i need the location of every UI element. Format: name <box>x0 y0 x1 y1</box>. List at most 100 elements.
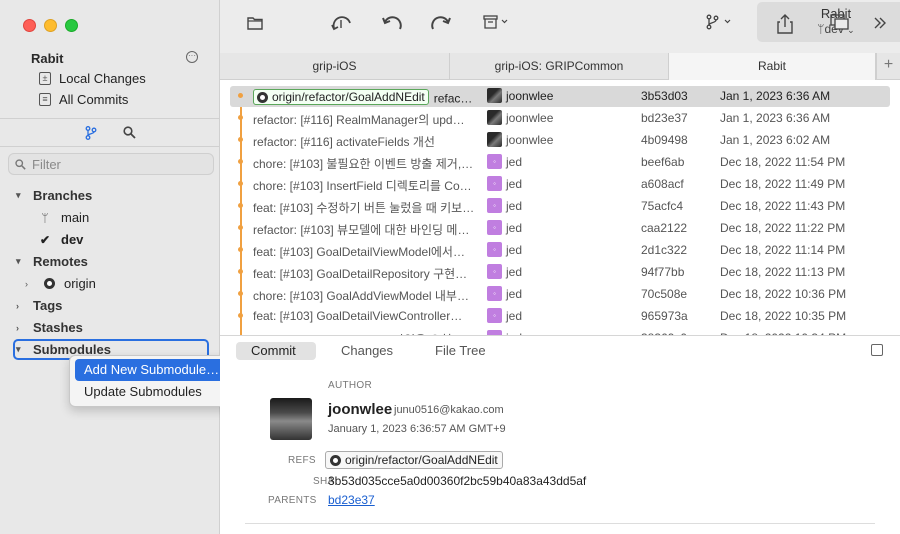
new-window-icon[interactable] <box>830 14 850 35</box>
section-remotes[interactable]: ▾ Remotes <box>16 254 88 269</box>
author-date: January 1, 2023 6:36:57 AM GMT+9 <box>328 423 506 435</box>
search-tab-icon[interactable] <box>122 126 136 143</box>
commit-sha: a608acf <box>641 177 684 191</box>
commit-row[interactable]: chore: [#103] GoalAddViewModel 내부… ◦ jed 70… <box>220 283 900 305</box>
refs-badge[interactable]: origin/refactor/GoalAddNEdit <box>325 451 503 469</box>
commit-row[interactable]: feat: [#103] GoalDetailViewModel에서… ◦ jed 2… <box>220 239 900 261</box>
local-changes-link[interactable]: ± Local Changes <box>39 71 146 86</box>
update-submodules-menu-item[interactable]: Update Submodules <box>75 381 230 403</box>
tab-file-tree[interactable]: File Tree <box>435 342 486 360</box>
branch-tab-icon[interactable] <box>85 126 97 143</box>
sidebar-divider <box>0 118 220 119</box>
commit-detail: AUTHOR joonwlee junu0516@kakao.com Janua… <box>220 363 900 534</box>
section-branches[interactable]: ▾ Branches <box>16 188 92 203</box>
commit-row[interactable]: feat: [#103] GoalDetailRepository 구현… ◦ je… <box>220 261 900 283</box>
commit-message: feat: [#103] GoalDetailViewModel에서… <box>253 243 478 260</box>
commit-row[interactable]: feat: [#103] 수정하기 버튼 눌렀을 때 키보… ◦ jed 75acfc… <box>220 195 900 217</box>
author-avatar: ◦ <box>487 308 502 323</box>
remote-origin[interactable]: › origin <box>25 276 96 291</box>
chevron-down-icon: ▾ <box>16 344 21 354</box>
list-doc-icon: ≡ <box>39 93 51 106</box>
folder-icon[interactable] <box>247 14 263 35</box>
commit-message: refactor: [#116] activateFields 개선 <box>253 133 478 150</box>
toolbar: Rabit ᛘdev ⌄ <box>220 0 900 53</box>
commit-author: jed <box>506 155 523 169</box>
zoom-window-button[interactable] <box>65 19 78 32</box>
commit-message: refactor: [#116] RealmManager의 upd… <box>253 111 478 128</box>
all-commits-link[interactable]: ≡ All Commits <box>39 92 128 107</box>
push-icon[interactable] <box>430 14 452 37</box>
tab-grip-ios-gripcommon[interactable]: grip-iOS: GRIPCommon <box>450 53 669 80</box>
github-icon <box>257 91 268 103</box>
author-avatar: ◦ <box>487 242 502 257</box>
commit-message: refactor: [#103] 뷰모델에 대한 바인딩 메… <box>253 221 478 238</box>
repo-name: Rabit <box>31 51 64 66</box>
commit-node <box>238 159 243 164</box>
commit-row[interactable]: refactor: [#103] 뷰모델에 대한 바인딩 메… ◦ jed caa21… <box>220 217 900 239</box>
branch-dev[interactable]: ✔ dev <box>38 232 83 247</box>
commit-sha: 965973a <box>641 309 688 323</box>
commit-sha: bd23e37 <box>641 111 688 125</box>
commit-row[interactable]: refactor: [#116] RealmManager의 upd… joonw… <box>220 107 900 129</box>
commit-row[interactable]: origin/refactor/GoalAddNEdit refac… joonwl… <box>220 85 900 107</box>
parent-commit-link[interactable]: bd23e37 <box>328 493 375 507</box>
fetch-icon[interactable] <box>331 14 353 37</box>
author-avatar: ◦ <box>487 220 502 235</box>
add-tab-button[interactable]: + <box>876 53 900 79</box>
tab-changes[interactable]: Changes <box>341 342 393 360</box>
commit-sha: beef6ab <box>641 155 685 169</box>
ref-label: origin/refactor/GoalAddNEdit <box>272 90 425 104</box>
commit-row[interactable]: chore: [#103] title, subtitle 타입을 요청…◦je… <box>220 327 900 335</box>
commit-author: joonwlee <box>506 89 554 103</box>
commit-message-text: chore: [#103] 불필요한 이벤트 방출 제거,… <box>253 157 474 171</box>
sha-value: 3b53d035cce5a0d00360f2bc59b40a83a43dd5af <box>328 474 587 488</box>
stash-icon[interactable] <box>483 14 509 35</box>
all-commits-label: All Commits <box>59 92 129 107</box>
commit-author: jed <box>506 287 523 301</box>
commit-node <box>238 181 243 186</box>
commit-list: origin/refactor/GoalAddNEdit refac… joonwl… <box>220 81 900 335</box>
minimize-window-button[interactable] <box>44 19 57 32</box>
section-stashes[interactable]: › Stashes <box>16 320 83 335</box>
commit-row[interactable]: chore: [#103] 불필요한 이벤트 방출 제거,… ◦ jed beef6a… <box>220 151 900 173</box>
pull-icon[interactable] <box>381 14 403 37</box>
commit-author: jed <box>506 221 523 235</box>
author-email: junu0516@kakao.com <box>394 404 504 416</box>
repo-options-icon[interactable]: ··· <box>186 51 198 63</box>
commit-node <box>238 269 243 274</box>
ref-badge[interactable]: origin/refactor/GoalAddNEdit <box>253 89 429 105</box>
tab-commit[interactable]: Commit <box>236 342 316 360</box>
section-tags[interactable]: › Tags <box>16 298 62 313</box>
filter-field[interactable] <box>8 153 214 175</box>
share-icon[interactable] <box>777 14 793 39</box>
branch-main[interactable]: ᛘ main <box>38 210 89 225</box>
chevron-down-icon: ▾ <box>16 190 21 200</box>
section-branches-label: Branches <box>33 188 93 203</box>
author-avatar: ◦ <box>487 286 502 301</box>
commit-date: Jan 1, 2023 6:36 AM <box>720 89 831 103</box>
commit-row[interactable]: chore: [#103] InsertField 디렉토리를 Co… ◦ jed a… <box>220 173 900 195</box>
add-new-submodule-menu-item[interactable]: Add New Submodule… <box>75 359 230 381</box>
commit-date: Dec 18, 2022 11:54 PM <box>720 155 846 169</box>
commit-date: Dec 18, 2022 11:22 PM <box>720 221 846 235</box>
tab-grip-ios[interactable]: grip-iOS <box>220 53 450 80</box>
open-external-icon[interactable] <box>871 344 883 356</box>
tab-rabit[interactable]: Rabit <box>669 53 876 80</box>
branch-menu-icon[interactable] <box>706 14 732 35</box>
author-avatar: ◦ <box>487 198 502 213</box>
commit-row[interactable]: feat: [#103] GoalDetailViewController… ◦ j… <box>220 305 900 327</box>
github-icon <box>330 454 341 466</box>
chevron-right-icon: › <box>16 300 19 311</box>
commit-author: jed <box>506 177 523 191</box>
commit-node <box>238 247 243 252</box>
commit-date: Jan 1, 2023 6:02 AM <box>720 133 831 147</box>
section-remotes-label: Remotes <box>33 254 88 269</box>
commit-sha: 70c508e <box>641 287 688 301</box>
filter-input[interactable] <box>32 156 202 172</box>
commit-author: jed <box>506 309 523 323</box>
sidebar-mode-tabs <box>0 126 220 143</box>
close-window-button[interactable] <box>23 19 36 32</box>
commit-row[interactable]: refactor: [#116] activateFields 개선 joonwl… <box>220 129 900 151</box>
more-toolbar-icon[interactable] <box>873 14 887 35</box>
commit-sha: 75acfc4 <box>641 199 684 213</box>
